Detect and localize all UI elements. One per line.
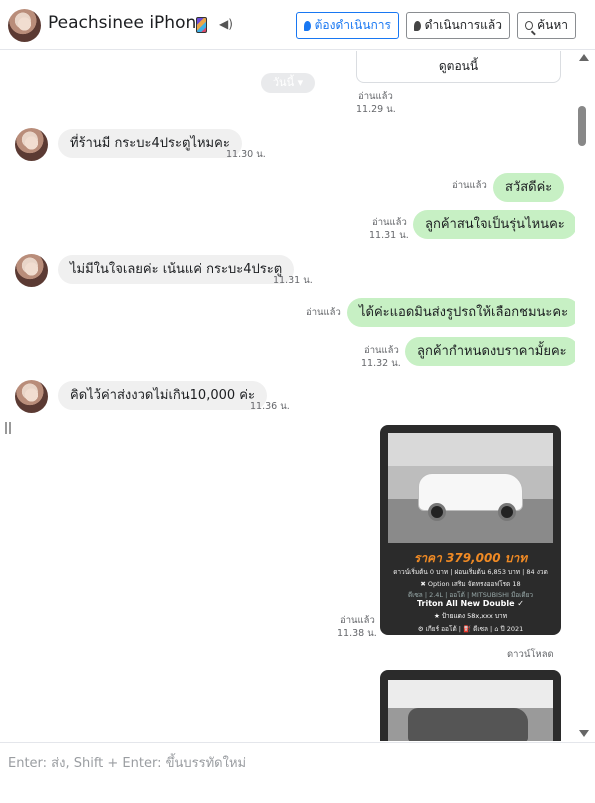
message-scrollbar[interactable]: [575, 51, 595, 741]
outgoing-message[interactable]: ลูกค้ากำหนดงบราคามั้ยคะ: [405, 337, 575, 366]
scrollbar-thumb[interactable]: [578, 106, 586, 146]
message-list[interactable]: ดูตอนนี้ อ่านแล้ว 11.29 น. วันนี้ ▾ ที่ร…: [0, 51, 575, 741]
car-model: Triton All New Double ✓: [416, 599, 525, 608]
speaker-icon[interactable]: ◀): [219, 17, 233, 31]
message-time: 11.38 น.: [337, 628, 377, 639]
link-card-action[interactable]: ดูตอนนี้: [357, 57, 560, 76]
car-image-message[interactable]: [380, 670, 561, 741]
read-status: อ่านแล้ว: [452, 180, 487, 191]
car-plate-line: ★ ป้ายแดง 58x,xxx บาท: [434, 612, 507, 620]
day-divider[interactable]: วันนี้ ▾: [261, 73, 315, 93]
scroll-down-arrow-icon[interactable]: [579, 730, 589, 737]
todo-button-label: ต้องดำเนินการ: [314, 18, 391, 32]
message-time: 11.31 น.: [273, 275, 313, 286]
car-photo: [388, 433, 553, 543]
car-finance-line: ดาวน์เริ่มต้น 0 บาท | ผ่อนเริ่มต้น 6,853…: [393, 568, 548, 576]
search-button[interactable]: ค้นหา: [517, 12, 576, 39]
link-card[interactable]: ดูตอนนี้: [356, 51, 561, 83]
message-time: 11.36 น.: [250, 401, 290, 412]
search-icon: [525, 21, 534, 30]
device-icon: [196, 17, 207, 33]
outgoing-message[interactable]: ได้ค่ะแอดมินส่งรูปรถให้เลือกชมนะคะ: [347, 298, 575, 327]
incoming-message[interactable]: คิดไว้ค่าส่งงวดไม่เกิน10,000 ค่ะ: [58, 381, 267, 410]
outgoing-message[interactable]: ลูกค้าสนใจเป็นรุ่นไหนคะ: [413, 210, 575, 239]
wheel-shape: [498, 503, 516, 521]
chat-check-icon: [414, 20, 421, 31]
message-time: 11.29 น.: [356, 104, 396, 115]
car-image-message[interactable]: ราคา 379,000 บาท ดาวน์เริ่มต้น 0 บาท | ผ…: [380, 425, 561, 635]
todo-button[interactable]: ต้องดำเนินการ: [296, 12, 399, 39]
search-button-label: ค้นหา: [537, 18, 568, 32]
read-status: อ่านแล้ว: [306, 307, 341, 318]
car-detail-line: ⚙ เกียร์ ออโต้ | ⛽ ดีเซล | ⌂ ปี 2021: [417, 625, 524, 633]
done-button[interactable]: ดำเนินการแล้ว: [406, 12, 510, 39]
resize-handle[interactable]: [5, 422, 11, 434]
message-composer: [0, 742, 595, 803]
chat-header: Peachsinee iPhone ◀) ต้องดำเนินการ ดำเนิ…: [0, 0, 595, 50]
car-photo: [388, 680, 553, 741]
scroll-up-arrow-icon[interactable]: [579, 54, 589, 61]
contact-avatar-small: [15, 128, 48, 161]
chat-bubble-icon: [304, 20, 311, 31]
message-time: 11.31 น.: [369, 230, 409, 241]
contact-avatar[interactable]: [8, 9, 41, 42]
contact-name[interactable]: Peachsinee iPhone: [48, 13, 207, 33]
contact-avatar-small: [15, 380, 48, 413]
message-time: 11.30 น.: [226, 149, 266, 160]
message-input[interactable]: [0, 743, 595, 803]
message-time: 11.32 น.: [361, 358, 401, 369]
pickup-truck-shape: [408, 708, 528, 741]
car-price: ราคา 379,000 บาท: [413, 551, 528, 565]
wheel-shape: [428, 503, 446, 521]
download-link[interactable]: ดาวน์โหลด: [507, 647, 554, 662]
outgoing-message[interactable]: สวัสดีค่ะ: [493, 173, 565, 202]
done-button-label: ดำเนินการแล้ว: [424, 18, 502, 32]
contact-avatar-small: [15, 254, 48, 287]
car-option-line: ✖ Option เสริม จัดทรงออฟโรด 18: [420, 580, 521, 588]
incoming-message[interactable]: ไม่มีในใจเลยค่ะ เน้นแค่ กระบะ4ประตู: [58, 255, 295, 284]
incoming-message[interactable]: ที่ร้านมี กระบะ4ประตูไหมคะ: [58, 129, 242, 158]
